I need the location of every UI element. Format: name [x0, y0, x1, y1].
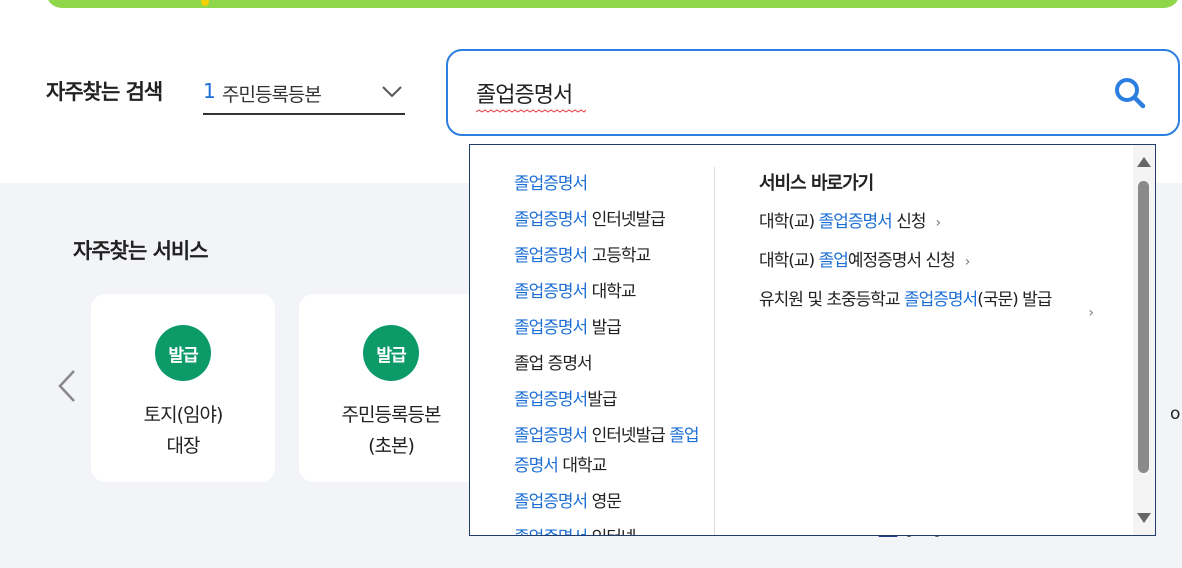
spellcheck-underline [476, 109, 586, 113]
chevron-down-icon[interactable] [381, 80, 403, 102]
autocomplete-dropdown: 졸업증명서 졸업증명서 인터넷발급 졸업증명서 고등학교 졸업증명서 대학교 졸… [469, 144, 1156, 536]
quick-search-label: 자주찾는 검색 [46, 80, 163, 104]
banner-decoration [201, 0, 209, 6]
search-icon[interactable] [1112, 75, 1148, 111]
suggestion-item[interactable]: 졸업증명서 인터넷발급 [514, 202, 714, 238]
frequent-services-title: 자주찾는 서비스 [73, 239, 209, 263]
suggestion-item[interactable]: 졸업증명서 발급 [514, 310, 714, 346]
suggestion-list: 졸업증명서 졸업증명서 인터넷발급 졸업증명서 고등학교 졸업증명서 대학교 졸… [514, 166, 714, 535]
search-box [446, 49, 1180, 136]
suggestion-item[interactable]: 졸업증명서 고등학교 [514, 238, 714, 274]
dropdown-scrollbar[interactable] [1133, 145, 1155, 535]
service-shortcuts-title: 서비스 바로가기 [759, 173, 874, 194]
quick-search-select[interactable]: 1 주민등록등본 [203, 72, 405, 115]
chevron-right-icon: › [1088, 305, 1094, 321]
column-divider [714, 167, 715, 535]
service-card[interactable]: 발급 토지(임야) 대장 [91, 294, 275, 482]
suggestion-item[interactable]: 졸업증명서 인터넷발급 졸업증명서 대학교 [514, 418, 710, 484]
quick-search-rank: 1 [203, 79, 216, 103]
scroll-thumb[interactable] [1138, 181, 1149, 473]
quick-search-value: 주민등록등본 [222, 84, 322, 106]
scroll-down-icon[interactable] [1137, 513, 1151, 523]
top-banner [46, 0, 1180, 8]
service-shortcuts: 서비스 바로가기 대학(교) 졸업증명서 신청 › 대학(교) 졸업예정증명서 신… [759, 169, 1099, 325]
suggestion-item[interactable]: 졸업증명서 대학교 [514, 274, 714, 310]
suggestion-item[interactable]: 졸업 증명서 [514, 346, 714, 382]
service-card-name: 토지(임야) 대장 [143, 404, 224, 457]
suggestion-item[interactable]: 졸업증명서 영문 [514, 484, 714, 520]
issue-badge: 발급 [363, 325, 419, 381]
service-card-name: 주민등록등본 (초본) [341, 404, 442, 457]
issue-badge: 발급 [155, 325, 211, 381]
service-card-partial: o [1170, 404, 1181, 424]
suggestion-item[interactable]: 졸업증명서 [514, 166, 714, 202]
search-input[interactable] [476, 74, 1076, 112]
service-shortcut-item[interactable]: 유치원 및 초중등학교 졸업증명서(국문) 발급 › [759, 287, 1094, 321]
service-shortcut-item[interactable]: 대학(교) 졸업증명서 신청 › [759, 209, 1069, 236]
chevron-right-icon: › [935, 215, 941, 231]
chevron-right-icon: › [964, 254, 971, 270]
service-shortcut-item[interactable]: 대학(교) 졸업예정증명서 신청 › [759, 248, 1069, 275]
scroll-up-icon[interactable] [1137, 157, 1151, 167]
service-card[interactable]: 발급 주민등록등본 (초본) [299, 294, 483, 482]
suggestion-item[interactable]: 졸업증명서발급 [514, 382, 714, 418]
chevron-left-icon[interactable] [56, 369, 78, 403]
suggestion-item[interactable]: 졸업증명서 인터넷 [514, 520, 714, 535]
